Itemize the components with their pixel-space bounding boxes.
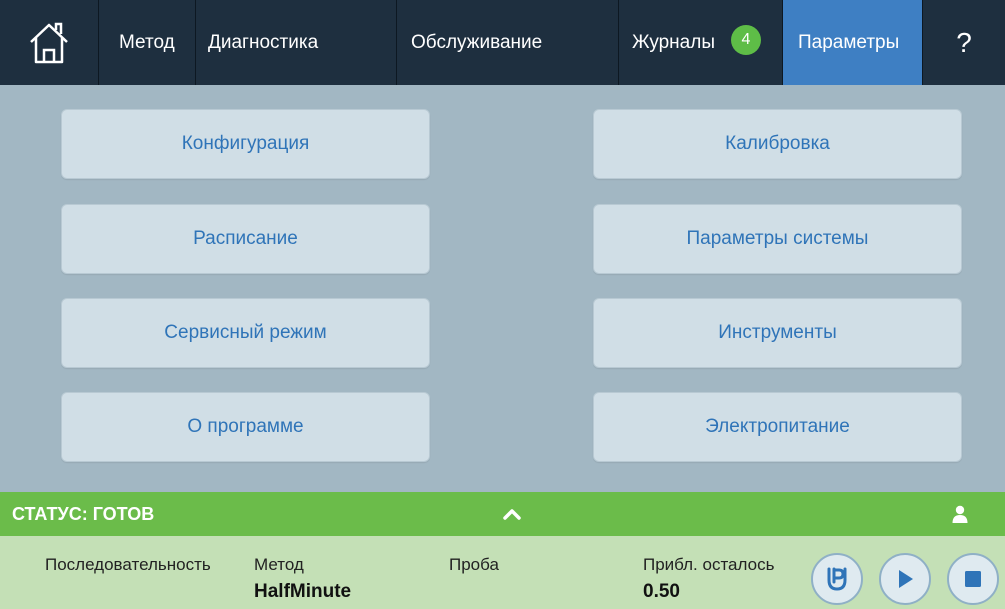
calibration-label: Калибровка [725, 133, 830, 154]
expand-status-button[interactable] [498, 502, 526, 526]
status-text: СТАТУС: ГОТОВ [12, 504, 155, 524]
tools-label: Инструменты [718, 322, 837, 343]
tools-button[interactable]: Инструменты [593, 298, 962, 368]
about-button[interactable]: О программе [61, 392, 430, 462]
method-value: HalfMinute [254, 581, 352, 602]
schedule-label: Расписание [193, 228, 298, 249]
user-button[interactable] [947, 502, 973, 526]
power-supply-label: Электропитание [705, 416, 850, 437]
help-button[interactable]: ? [922, 0, 1005, 85]
tab-method-label: Метод [119, 31, 175, 53]
schedule-button[interactable]: Расписание [61, 204, 430, 274]
tab-diagnostics[interactable]: Диагностика [195, 0, 396, 85]
remaining-label: Прибл. осталось [643, 555, 775, 574]
probe-icon [827, 567, 847, 591]
sample-label: Проба [449, 555, 499, 574]
home-button[interactable] [0, 0, 98, 85]
calibration-button[interactable]: Калибровка [593, 109, 962, 179]
logs-count-badge: 4 [731, 25, 761, 55]
tab-parameters-label: Параметры [798, 31, 900, 53]
inject-button[interactable] [811, 553, 863, 605]
remaining-value: 0.50 [643, 581, 680, 602]
tab-maintenance[interactable]: Обслуживание [396, 0, 618, 85]
system-parameters-button[interactable]: Параметры системы [593, 204, 962, 274]
tab-logs-label: Журналы [632, 31, 715, 53]
service-mode-label: Сервисный режим [164, 322, 327, 343]
stop-button[interactable] [947, 553, 999, 605]
tab-parameters[interactable]: Параметры [782, 0, 922, 85]
stop-icon [965, 571, 981, 587]
sequence-label: Последовательность [45, 555, 211, 574]
play-button[interactable] [879, 553, 931, 605]
tab-maintenance-label: Обслуживание [411, 31, 543, 53]
configuration-label: Конфигурация [181, 133, 310, 154]
top-navigation-bar: Метод Диагностика Обслуживание Журналы 4… [0, 0, 1005, 85]
service-mode-button[interactable]: Сервисный режим [61, 298, 430, 368]
play-icon [899, 570, 913, 588]
parameters-panel: Конфигурация Калибровка Расписание Парам… [0, 85, 1005, 492]
chevron-up-icon [503, 509, 521, 520]
method-label: Метод [254, 555, 304, 574]
tab-method[interactable]: Метод [98, 0, 195, 85]
tab-logs[interactable]: Журналы 4 [618, 0, 782, 85]
configuration-button[interactable]: Конфигурация [61, 109, 430, 179]
status-bar: СТАТУС: ГОТОВ [0, 492, 1005, 536]
home-icon [30, 22, 68, 63]
about-label: О программе [187, 416, 304, 437]
power-supply-button[interactable]: Электропитание [593, 392, 962, 462]
help-icon: ? [956, 26, 972, 58]
system-parameters-label: Параметры системы [686, 228, 869, 249]
user-icon [952, 505, 968, 523]
tab-diagnostics-label: Диагностика [208, 31, 319, 53]
